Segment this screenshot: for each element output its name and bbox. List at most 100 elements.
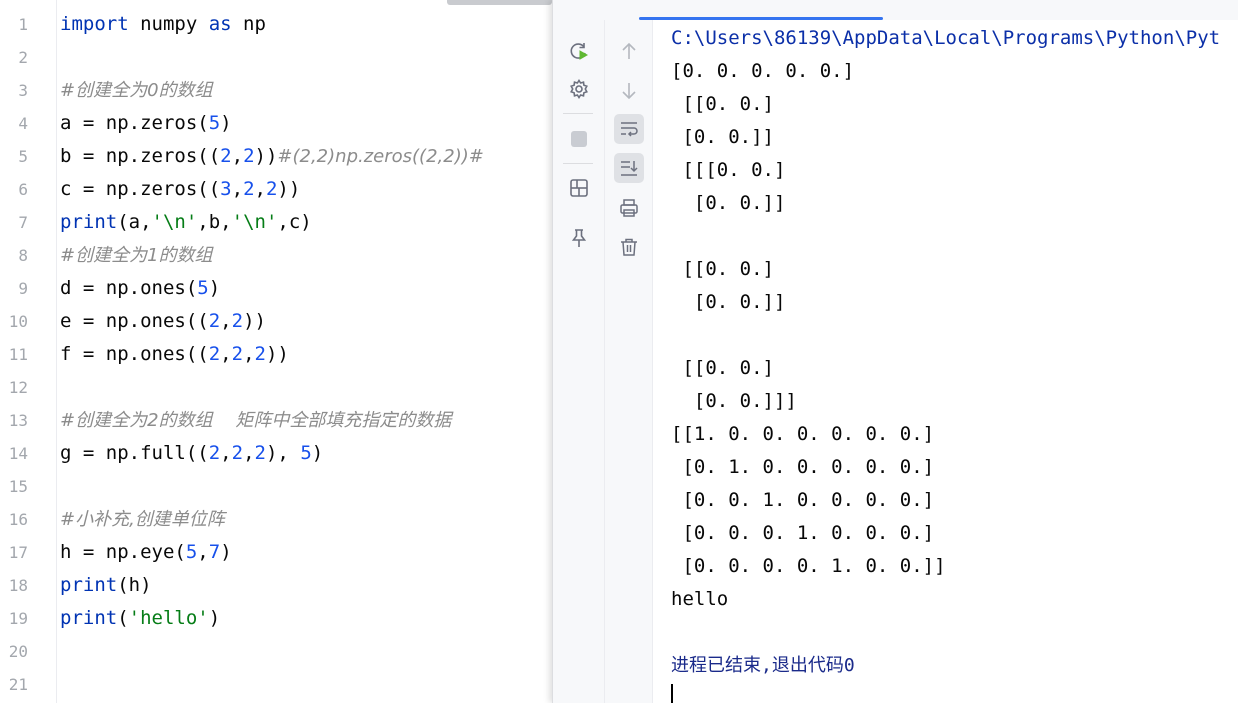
code-token: , — [220, 442, 232, 464]
clear-all-button[interactable] — [614, 232, 644, 262]
layout-button[interactable] — [564, 173, 594, 203]
code-token: , — [243, 442, 255, 464]
horizontal-scrollbar[interactable] — [447, 0, 552, 5]
code-string: 'hello' — [128, 607, 209, 629]
output-line: [[1. 0. 0. 0. 0. 0. 0.] — [671, 423, 935, 445]
code-line[interactable]: print('hello') — [60, 602, 552, 635]
code-line[interactable]: import numpy as np — [60, 8, 552, 41]
code-number: 2 — [243, 178, 255, 200]
stop-button[interactable] — [564, 124, 594, 154]
code-number: 2 — [231, 310, 244, 332]
code-line[interactable] — [60, 668, 552, 701]
code-line[interactable]: e = np.ones((2,2)) — [60, 305, 552, 338]
line-number: 14 — [8, 444, 28, 463]
code-editor[interactable]: 1 2 3 4 5 6 7 8 9 10 11 12 13 14 15 16 17 18 19 20 21 import… — [0, 0, 552, 703]
stop-icon — [571, 131, 587, 147]
code-token: ) — [220, 541, 232, 563]
code-token: (h) — [117, 574, 152, 596]
line-number: 6 — [18, 180, 28, 199]
code-line[interactable]: a = np.zeros(5) — [60, 107, 552, 140]
code-number: 2 — [254, 343, 266, 365]
code-number: 2 — [231, 343, 244, 365]
code-number: 2 — [254, 442, 266, 464]
soft-wrap-toggle[interactable] — [614, 114, 644, 144]
next-occurrence-button[interactable] — [614, 76, 644, 106]
code-line[interactable]: #小补充,创建单位阵 — [60, 503, 552, 536]
code-token: , — [254, 178, 266, 200]
code-line[interactable]: c = np.zeros((3,2,2)) — [60, 173, 552, 206]
settings-button[interactable] — [564, 74, 594, 104]
pin-icon — [571, 229, 587, 247]
line-number: 9 — [18, 279, 28, 298]
line-number: 4 — [18, 114, 28, 133]
line-number: 15 — [8, 477, 28, 496]
code-comment: #小补充,创建单位阵 — [60, 509, 225, 530]
code-token: , — [243, 343, 255, 365]
code-line[interactable]: g = np.full((2,2,2), 5) — [60, 437, 552, 470]
code-comment: #创建全为2的数组 矩阵中全部填充指定的数据 — [60, 410, 452, 431]
rerun-icon — [570, 43, 589, 60]
code-area[interactable]: import numpy as np #创建全为0的数组 a = np.zeros(… — [60, 8, 552, 701]
line-number: 2 — [18, 48, 28, 67]
code-token: c = np.zeros(( — [60, 178, 221, 200]
line-number: 1 — [18, 15, 28, 34]
soft-wrap-icon — [621, 122, 638, 137]
code-string: '\n' — [231, 211, 278, 233]
code-line[interactable]: #创建全为1的数组 — [60, 239, 552, 272]
run-toolbar-secondary — [605, 20, 653, 703]
code-number: 5 — [197, 277, 209, 299]
code-line[interactable]: #创建全为2的数组 矩阵中全部填充指定的数据 — [60, 404, 552, 437]
code-line[interactable]: b = np.zeros((2,2))#(2,2)np.zeros((2,2))… — [60, 140, 552, 173]
line-number: 21 — [8, 675, 28, 694]
output-line: [[0. 0.] — [671, 258, 774, 280]
code-number: 3 — [220, 178, 232, 200]
code-token: g = np.full(( — [60, 442, 209, 464]
code-number: 2 — [243, 145, 255, 167]
code-token: )) — [243, 310, 266, 332]
gear-icon — [570, 79, 588, 99]
output-line: [0. 0. 0. 1. 0. 0. 0.] — [671, 522, 935, 544]
code-line[interactable]: #创建全为0的数组 — [60, 74, 552, 107]
code-line[interactable]: print(a,'\n',b,'\n',c) — [60, 206, 552, 239]
line-number: 18 — [8, 576, 28, 595]
code-token: f = np.ones(( — [60, 343, 209, 365]
code-line[interactable]: h = np.eye(5,7) — [60, 536, 552, 569]
code-line[interactable] — [60, 371, 552, 404]
code-line[interactable]: d = np.ones(5) — [60, 272, 552, 305]
console-output[interactable]: C:\Users\86139\AppData\Local\Programs\Py… — [671, 22, 1238, 703]
line-number-gutter: 1 2 3 4 5 6 7 8 9 10 11 12 13 14 15 16 17 18 19 20 21 — [0, 8, 56, 701]
print-button[interactable] — [614, 193, 644, 223]
code-token: ) — [208, 607, 221, 629]
code-token: numpy — [128, 13, 209, 35]
line-number: 11 — [8, 345, 28, 364]
code-number: 5 — [300, 442, 312, 464]
scroll-to-end-toggle[interactable] — [614, 153, 644, 183]
line-number: 3 — [18, 81, 28, 100]
code-token: )) — [254, 145, 278, 167]
code-comment: #创建全为0的数组 — [60, 80, 213, 101]
code-keyword: print — [60, 607, 118, 629]
run-toolbar-primary — [553, 20, 605, 703]
output-line: [0. 0.]] — [671, 192, 786, 214]
pin-button[interactable] — [564, 223, 594, 253]
output-line: hello — [671, 588, 729, 610]
previous-occurrence-button[interactable] — [614, 36, 644, 66]
rerun-button[interactable] — [564, 36, 594, 66]
output-line: [0. 1. 0. 0. 0. 0. 0.] — [671, 456, 935, 478]
code-line[interactable] — [60, 41, 552, 74]
print-icon — [620, 199, 638, 217]
output-line: [[[0. 0.] — [671, 159, 786, 181]
trash-icon — [621, 238, 637, 256]
code-token: , — [197, 541, 209, 563]
code-line[interactable]: f = np.ones((2,2,2)) — [60, 338, 552, 371]
code-line[interactable] — [60, 635, 552, 668]
code-token: d = np.ones( — [60, 277, 198, 299]
output-line: [[0. 0.] — [671, 357, 774, 379]
code-number: 2 — [208, 343, 221, 365]
code-token: ,c) — [277, 211, 312, 233]
code-line[interactable]: print(h) — [60, 569, 552, 602]
code-line[interactable] — [60, 470, 552, 503]
code-number: 2 — [265, 178, 278, 200]
